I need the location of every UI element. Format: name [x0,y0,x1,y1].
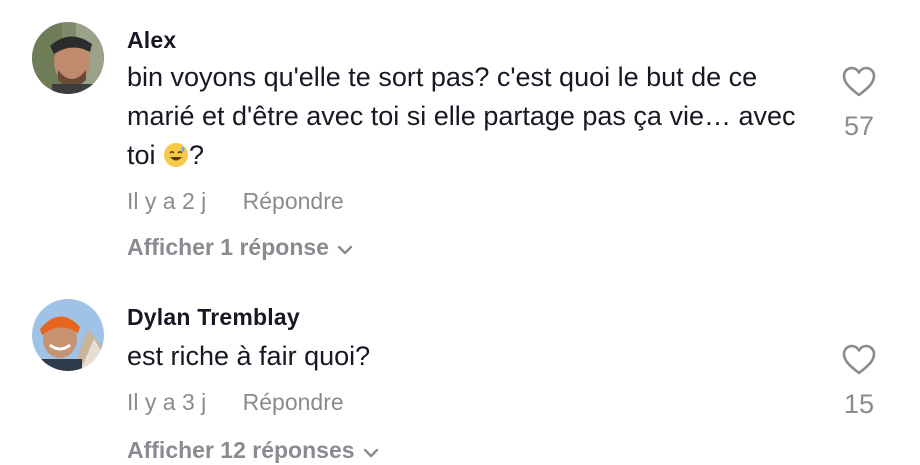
comment-text: est riche à fair quoi? [127,337,807,376]
sweat-smile-emoji [163,140,189,167]
view-replies-label: Afficher 1 réponse [127,234,329,260]
chevron-down-icon [363,438,379,465]
avatar[interactable] [32,22,104,94]
like-count: 15 [843,389,875,419]
view-replies-button[interactable]: Afficher 12 réponses [127,437,379,465]
timestamp: Il y a 2 j [127,188,207,214]
reply-button[interactable]: Répondre [243,389,344,415]
heart-outline-icon [836,344,882,381]
like-button[interactable]: 15 [836,344,882,420]
comment-meta: Il y a 3 j Répondre [127,389,344,416]
username[interactable]: Alex [127,27,176,54]
username[interactable]: Dylan Tremblay [127,304,300,331]
comment-text-tail: ? [189,140,205,170]
reply-button[interactable]: Répondre [243,188,344,214]
view-replies-button[interactable]: Afficher 1 réponse [127,234,353,262]
chevron-down-icon [337,235,353,262]
view-replies-label: Afficher 12 réponses [127,437,355,463]
comment-text: bin voyons qu'elle te sort pas? c'est qu… [127,58,807,175]
comment-text-body: est riche à fair quoi? [127,341,371,371]
heart-outline-icon [836,66,882,103]
timestamp: Il y a 3 j [127,389,207,415]
like-count: 57 [843,111,875,141]
avatar[interactable] [32,299,104,371]
comment-meta: Il y a 2 j Répondre [127,188,344,215]
like-button[interactable]: 57 [836,66,882,142]
comment-text-body: bin voyons qu'elle te sort pas? c'est qu… [127,62,796,170]
